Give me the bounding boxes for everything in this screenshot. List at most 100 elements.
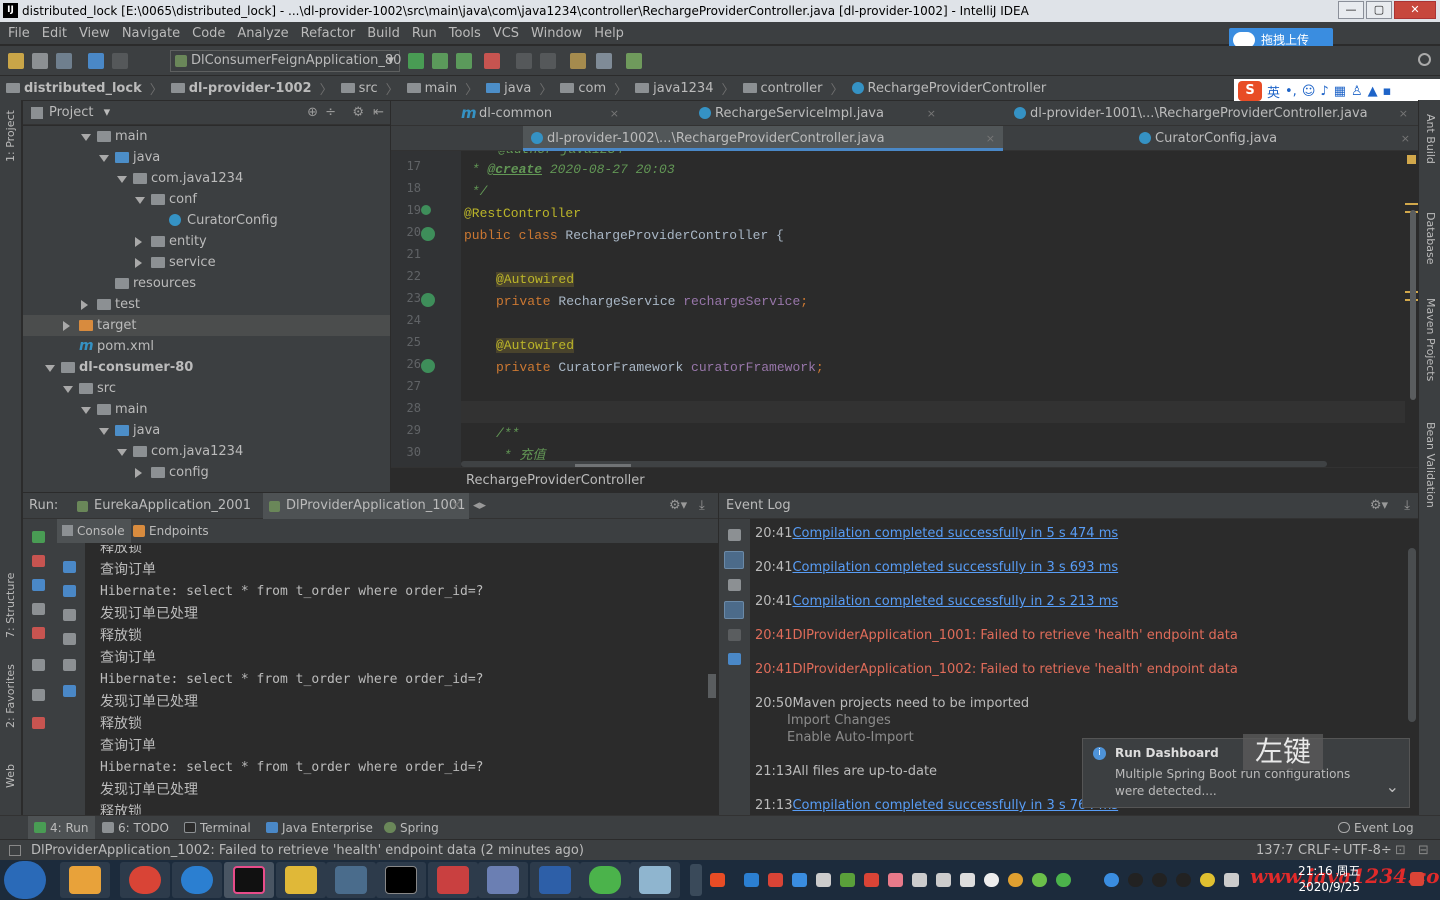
shirt-icon[interactable]: ▲	[1368, 84, 1378, 99]
tree-item[interactable]: entity	[23, 231, 390, 252]
print-icon[interactable]	[63, 659, 76, 671]
back-arrow-icon[interactable]	[88, 53, 104, 69]
close-icon[interactable]: ×	[1399, 101, 1408, 126]
coverage-icon[interactable]	[456, 53, 472, 69]
event-log-entry[interactable]: 21:13Compilation completed successfully …	[755, 797, 1118, 814]
menu-window[interactable]: Window	[525, 26, 588, 41]
close-icon[interactable]: ×	[927, 101, 936, 126]
run-config-select[interactable]: DlConsumerFeignApplication_80 ▾	[170, 50, 401, 72]
more-tabs-icon[interactable]: ◂▸	[473, 493, 486, 519]
search-icon[interactable]	[1418, 53, 1431, 66]
panel-toggle-icon[interactable]	[9, 845, 21, 856]
taskbar-cmd[interactable]	[376, 862, 426, 898]
down-arrow-icon[interactable]	[63, 585, 76, 597]
tray-app-icon[interactable]	[768, 873, 783, 887]
notification-icon[interactable]: ⊟	[1418, 840, 1429, 861]
menu-edit[interactable]: Edit	[36, 26, 73, 41]
spring-bean-icon[interactable]	[421, 205, 431, 215]
save-icon[interactable]	[32, 53, 48, 69]
tab-event-log[interactable]: Event Log	[1338, 816, 1414, 840]
camera-icon[interactable]	[32, 603, 45, 615]
autowired-bean-icon[interactable]	[421, 293, 435, 307]
spring-bean-icon[interactable]	[421, 227, 435, 241]
chevron-down-icon[interactable]	[45, 365, 55, 372]
editor-tab[interactable]: CuratorConfig.java ×	[1131, 126, 1418, 151]
editor-tab[interactable]: dl-provider-1001\...\RechargeProviderCon…	[1006, 101, 1416, 126]
chevron-right-icon[interactable]	[135, 237, 142, 247]
event-action-link[interactable]: Enable Auto-Import	[755, 730, 914, 745]
chevron-down-icon[interactable]	[81, 407, 91, 414]
tray-app-icon[interactable]	[912, 873, 927, 887]
soft-wrap-icon[interactable]	[728, 579, 741, 591]
tree-item[interactable]: test	[23, 294, 390, 315]
breadcrumb-item[interactable]: java 〉	[486, 79, 560, 98]
attach-debugger-icon[interactable]	[516, 53, 532, 69]
qq-icon[interactable]	[1176, 873, 1191, 887]
mark-all-read-icon[interactable]	[724, 601, 744, 619]
event-link[interactable]: Compilation completed successfully in 3 …	[792, 560, 1118, 575]
chevron-down-icon[interactable]: ⌄	[1386, 777, 1399, 796]
close-icon[interactable]: ×	[986, 126, 995, 151]
taskbar-app-9[interactable]	[478, 862, 528, 898]
keyboard-icon[interactable]: ▦	[1334, 84, 1346, 99]
chevron-right-icon[interactable]	[135, 258, 142, 268]
debug-icon[interactable]	[432, 53, 448, 69]
event-log-entry[interactable]: 20:50Maven projects need to be imported I…	[755, 695, 1029, 746]
menu-help[interactable]: Help	[588, 26, 630, 41]
chevron-right-icon[interactable]	[63, 321, 70, 331]
exit-icon[interactable]	[32, 627, 45, 639]
tray-app-icon[interactable]	[888, 873, 903, 887]
editor-breadcrumb-class[interactable]: RechargeProviderController	[466, 473, 645, 488]
gear-icon[interactable]: ⚙▾	[1370, 493, 1388, 519]
clear-all-icon[interactable]	[728, 653, 741, 665]
console-output[interactable]: 释放锁 查询订单 Hibernate: select * from t_order …	[85, 545, 718, 815]
tree-item[interactable]: service	[23, 252, 390, 273]
tab-endpoints[interactable]: Endpoints	[131, 519, 209, 543]
tray-app-icon[interactable]	[1008, 873, 1023, 887]
tree-item[interactable]: java	[23, 147, 390, 168]
taskbar-wechat[interactable]	[580, 862, 630, 898]
event-action-link[interactable]: Import Changes	[755, 713, 891, 728]
taskbar-app-12[interactable]	[630, 862, 680, 898]
tree-item[interactable]: main	[23, 399, 390, 420]
warning-mark[interactable]	[1405, 203, 1418, 205]
close-icon[interactable]: ×	[1401, 126, 1410, 151]
sogou-tray-icon[interactable]	[710, 873, 725, 887]
close-icon[interactable]: ×	[610, 101, 619, 126]
volume-icon[interactable]	[1224, 873, 1239, 887]
close-icon[interactable]: ×	[451, 493, 462, 519]
target-icon[interactable]: ⊕	[307, 101, 318, 125]
shield-icon[interactable]	[792, 873, 807, 887]
menu-run[interactable]: Run	[406, 26, 443, 41]
editor-tab[interactable]: dl-provider-1002\...\RechargeProviderCon…	[523, 126, 1003, 151]
up-arrow-icon[interactable]	[63, 561, 76, 573]
settings-icon[interactable]	[728, 529, 741, 541]
cube-tray-icon[interactable]	[744, 873, 759, 887]
tree-item[interactable]: java	[23, 420, 390, 441]
tray-app-icon[interactable]	[840, 873, 855, 887]
bell-icon[interactable]	[984, 873, 999, 887]
editor-tab[interactable]: RechargeServiceImpl.java ×	[691, 101, 944, 126]
event-log-scrollbar[interactable]	[1408, 548, 1416, 722]
tree-item[interactable]: com.java1234	[23, 441, 390, 462]
tree-item[interactable]: src	[23, 378, 390, 399]
file-encoding[interactable]: UTF-8÷	[1343, 840, 1392, 861]
rerun-icon[interactable]	[408, 53, 424, 69]
tab-console[interactable]: Console	[57, 519, 131, 543]
chevron-down-icon[interactable]	[81, 134, 91, 141]
event-log-entry[interactable]: 21:13All files are up-to-date	[755, 763, 937, 780]
tree-item[interactable]: target	[23, 315, 390, 336]
tree-item[interactable]: main	[23, 126, 390, 147]
hide-icon[interactable]: ⇤	[373, 101, 384, 125]
event-log-entry[interactable]: 20:41Compilation completed successfully …	[755, 525, 1118, 542]
chevron-right-icon[interactable]	[81, 300, 88, 310]
editor-vertical-scrollbar[interactable]	[1410, 210, 1416, 400]
collapse-icon[interactable]: ÷	[325, 101, 336, 125]
vcs-icon[interactable]	[626, 53, 642, 69]
taskbar-app-5[interactable]	[276, 862, 326, 898]
clear-all-icon[interactable]	[63, 685, 76, 697]
structure-tool-tab[interactable]: 7: Structure	[4, 573, 17, 638]
chevron-down-icon[interactable]	[63, 386, 73, 393]
open-folder-icon[interactable]	[8, 53, 24, 69]
tray-app-icon[interactable]	[1032, 873, 1047, 887]
